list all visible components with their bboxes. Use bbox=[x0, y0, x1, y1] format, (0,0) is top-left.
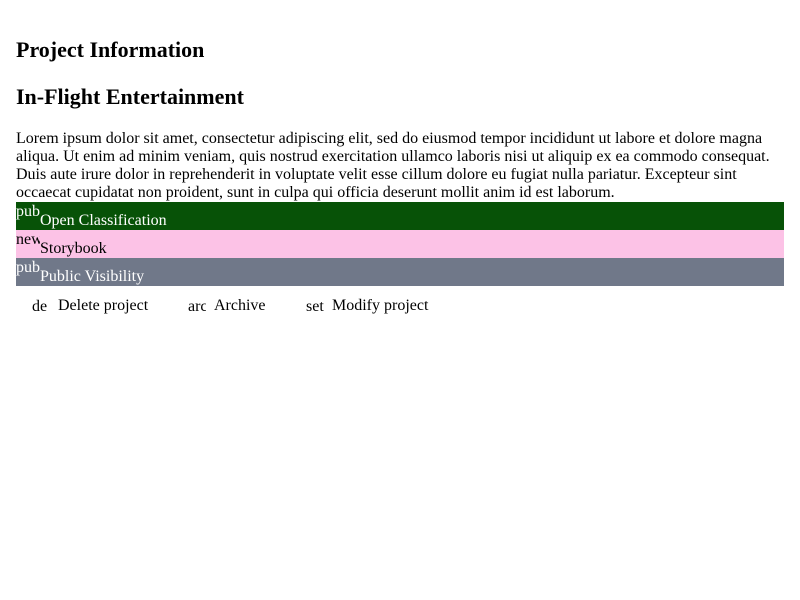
delete-project-button[interactable]: de Delete project bbox=[32, 296, 172, 318]
tag-label: Public Visibility bbox=[40, 268, 145, 285]
settings-icon: set bbox=[306, 298, 324, 315]
archive-icon: arc bbox=[188, 298, 206, 315]
tag-open-classification: pub Open Classification bbox=[16, 202, 784, 230]
tag-list: pub Open Classification new Storybook pu… bbox=[16, 202, 784, 286]
modify-project-button[interactable]: set Modify project bbox=[306, 296, 456, 318]
delete-project-label: Delete project bbox=[58, 297, 149, 314]
tag-label: Storybook bbox=[40, 240, 107, 257]
project-actions: de Delete project arc Archive set Modify… bbox=[16, 286, 784, 326]
archive-label: Archive bbox=[214, 297, 266, 314]
project-title: In-Flight Entertainment bbox=[16, 84, 244, 109]
public-icon: pub bbox=[16, 203, 40, 220]
public-icon: pub bbox=[16, 259, 40, 276]
new-icon: new bbox=[16, 231, 40, 248]
project-description: Lorem ipsum dolor sit amet, consectetur … bbox=[16, 130, 770, 201]
archive-button[interactable]: arc Archive bbox=[188, 296, 288, 318]
tag-public-visibility: pub Public Visibility bbox=[16, 258, 784, 286]
project-information-page: Project Information In-Flight Entertainm… bbox=[0, 0, 800, 600]
tag-label: Open Classification bbox=[40, 212, 167, 229]
tag-storybook: new Storybook bbox=[16, 230, 784, 258]
delete-icon: de bbox=[32, 298, 48, 315]
section-title: Project Information bbox=[16, 37, 205, 62]
modify-project-label: Modify project bbox=[332, 297, 429, 314]
